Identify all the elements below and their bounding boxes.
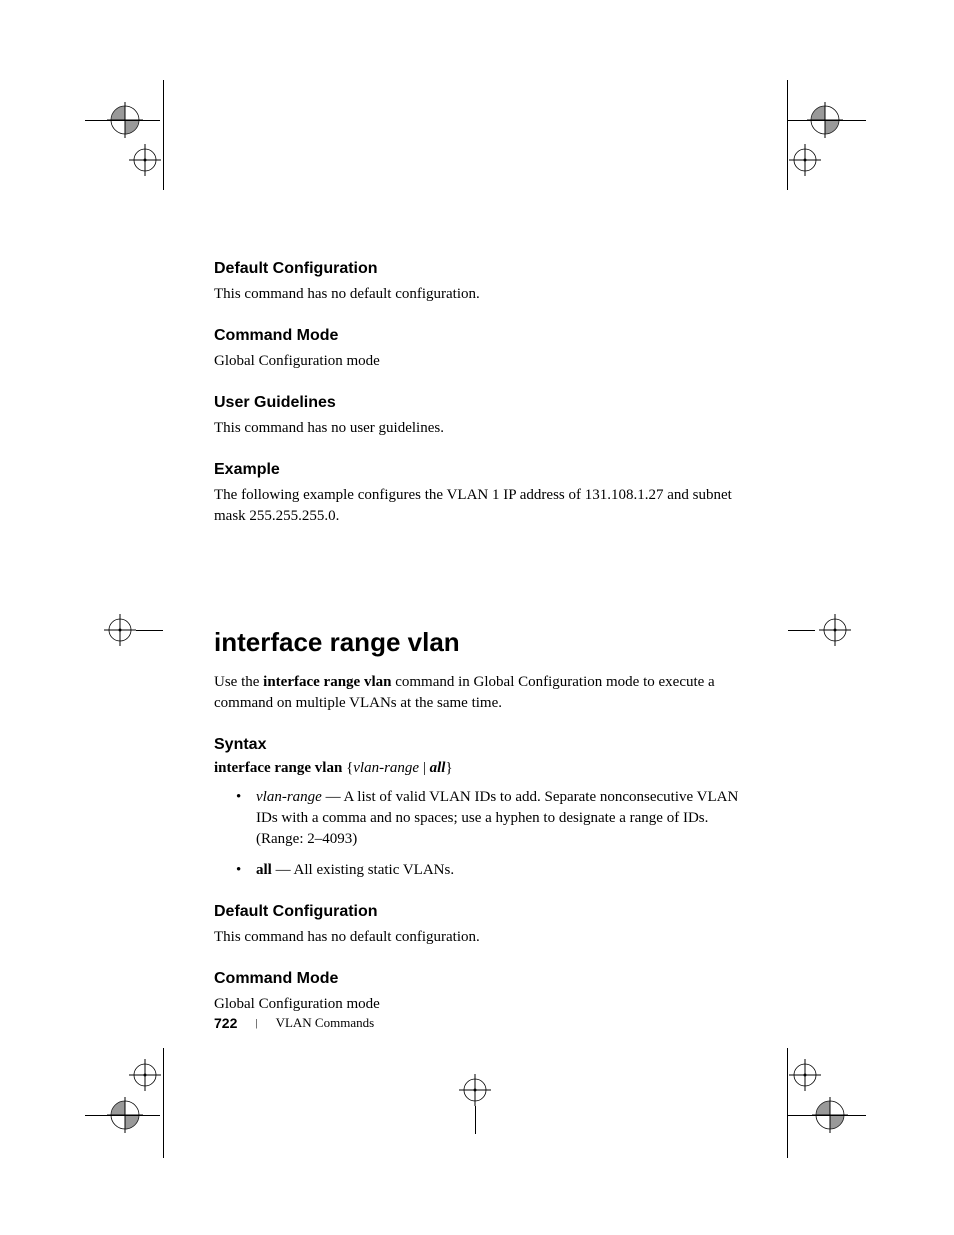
syntax-brace: {	[342, 760, 353, 776]
page-content: Default Configuration This command has n…	[214, 260, 754, 1015]
list-item: all — All existing static VLANs.	[226, 860, 754, 881]
heading-default-configuration: Default Configuration	[214, 260, 754, 278]
syntax-cmd: interface range vlan	[214, 760, 342, 776]
page-footer: 722 | VLAN Commands	[214, 1015, 374, 1031]
crop-line	[788, 630, 815, 631]
body-text: This command has no default configuratio…	[214, 927, 754, 948]
crop-line	[85, 1115, 160, 1116]
crop-line	[136, 630, 163, 631]
heading-default-configuration: Default Configuration	[214, 903, 754, 921]
intro-pre: Use the	[214, 674, 263, 690]
heading-syntax: Syntax	[214, 736, 754, 754]
footer-section-name: VLAN Commands	[276, 1015, 375, 1031]
crop-mark-bottom-left	[75, 1055, 175, 1155]
body-text: Global Configuration mode	[214, 351, 754, 372]
heading-command-mode: Command Mode	[214, 327, 754, 345]
body-text: This command has no user guidelines.	[214, 418, 754, 439]
crop-line	[787, 80, 788, 190]
crop-line	[788, 1115, 866, 1116]
crop-line	[788, 120, 866, 121]
dash: —	[322, 789, 344, 805]
body-text: Global Configuration mode	[214, 994, 754, 1015]
heading-command-mode: Command Mode	[214, 970, 754, 988]
list-item: vlan-range — A list of valid VLAN IDs to…	[226, 787, 754, 850]
param-name: vlan-range	[256, 789, 322, 805]
dash: —	[272, 862, 294, 878]
page-number: 722	[214, 1015, 237, 1031]
crop-mark-top-right	[775, 80, 875, 180]
crop-line	[475, 1106, 476, 1134]
command-intro: Use the interface range vlan command in …	[214, 672, 754, 714]
crop-mark-top-left	[75, 80, 175, 180]
syntax-param: vlan-range	[353, 760, 419, 776]
crop-line	[163, 80, 164, 190]
param-desc: All existing static VLANs.	[294, 862, 455, 878]
syntax-pipe: |	[419, 760, 430, 776]
syntax-line: interface range vlan {vlan-range | all}	[214, 760, 754, 777]
param-name: all	[256, 862, 272, 878]
heading-example: Example	[214, 461, 754, 479]
heading-user-guidelines: User Guidelines	[214, 394, 754, 412]
crop-line	[85, 120, 160, 121]
crop-line	[163, 1048, 164, 1158]
body-text: The following example configures the VLA…	[214, 485, 754, 527]
syntax-brace: }	[445, 760, 452, 776]
intro-bold: interface range vlan	[263, 674, 391, 690]
syntax-param: all	[430, 760, 446, 776]
syntax-list: vlan-range — A list of valid VLAN IDs to…	[214, 787, 754, 881]
footer-divider: |	[255, 1017, 257, 1029]
body-text: This command has no default configuratio…	[214, 284, 754, 305]
crop-line	[787, 1048, 788, 1158]
crop-mark-bottom-right	[775, 1055, 875, 1155]
command-title: interface range vlan	[214, 627, 754, 658]
